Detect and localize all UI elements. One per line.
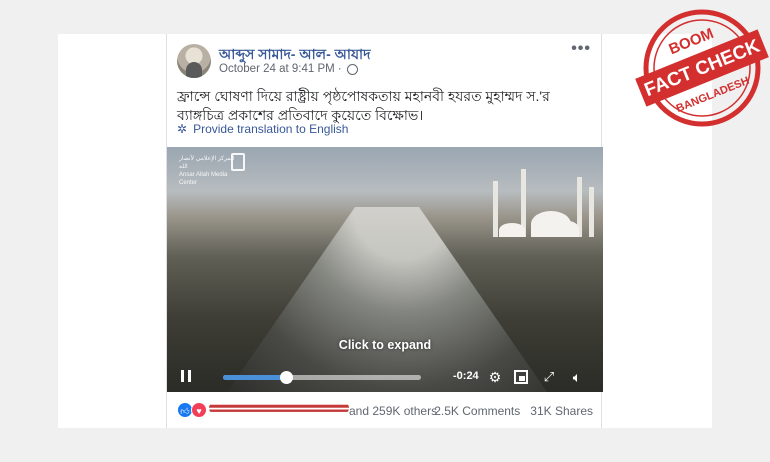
redacted-names [209,402,349,414]
volume-icon[interactable]: 🔈︎ [569,369,585,385]
love-reaction-icon[interactable]: ♥ [191,402,207,418]
translate-label: Provide translation to English [193,122,349,136]
ansar-allah-logo-icon [231,153,245,171]
comments-count[interactable]: 2.5K Comments [434,404,520,418]
post-timestamp[interactable]: October 24 at 9:41 PM [219,63,335,75]
video-controls: -0:24 ⚙ ⤢ 🔈︎ [167,362,603,392]
globe-icon [346,63,358,75]
more-options-icon[interactable]: ••• [571,40,591,58]
gear-icon: ✲ [177,122,188,136]
post-meta: October 24 at 9:41 PM · [219,63,358,75]
profile-avatar[interactable] [177,44,211,78]
shares-count[interactable]: 31K Shares [530,404,593,418]
post-text: ফ্রান্সে ঘোষণা দিয়ে রাষ্ট্রীয় পৃষ্ঠপোষ… [177,88,550,123]
fullscreen-icon[interactable]: ⤢ [541,369,557,385]
meta-separator: · [337,63,342,75]
settings-icon[interactable]: ⚙ [487,369,503,385]
progress-fill [223,375,287,380]
theater-mode-icon[interactable] [514,370,528,384]
minaret [589,187,594,237]
progress-knob[interactable] [280,371,294,384]
video-player[interactable]: المركز الإعلامي لأنصار الله Ansar Allah … [167,147,603,392]
mosque-scene [485,167,595,237]
click-to-expand-label[interactable]: Click to expand [167,338,603,352]
fact-check-stamp: BOOM FACT CHECK BANGLADESH [635,9,769,127]
translate-link[interactable]: ✲ Provide translation to English [177,122,348,136]
dome [499,223,525,237]
minaret [493,181,498,237]
post-footer: 👍︎ ♥ and 259K others 2.5K Comments 31K S… [167,398,603,420]
progress-track[interactable] [223,371,421,384]
dome [557,221,579,237]
facebook-post: আব্দুস সামাদ- আল- আযাদ October 24 at 9:4… [166,34,603,428]
engagement-counts: 2.5K Comments 31K Shares [434,404,593,418]
pause-icon[interactable] [181,370,191,382]
reactions-others[interactable]: and 259K others [349,404,437,418]
time-remaining: -0:24 [453,370,479,382]
